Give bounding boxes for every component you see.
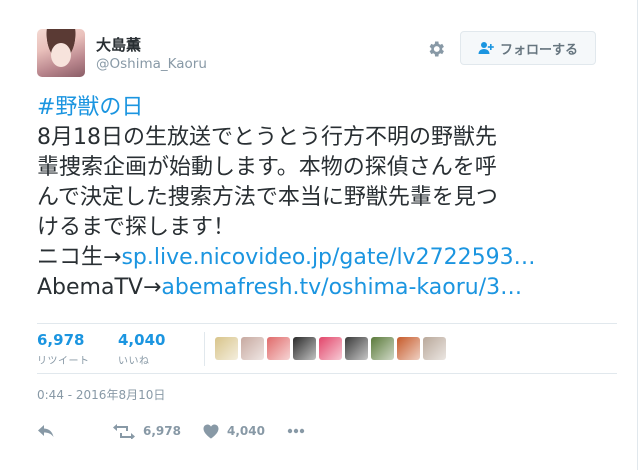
liker-avatar-2[interactable] — [241, 337, 264, 360]
stats-bottom-divider — [37, 373, 617, 374]
liker-avatar-4[interactable] — [293, 337, 316, 360]
nicolive-prefix: ニコ生→ — [37, 245, 122, 270]
heart-icon — [203, 424, 219, 438]
liker-avatar-6[interactable] — [345, 337, 368, 360]
liker-avatars — [215, 337, 446, 360]
display-name[interactable]: 大島薫 — [96, 34, 141, 55]
retweet-icon — [113, 424, 135, 439]
follow-button-label: フォローする — [499, 42, 578, 58]
nicolive-link[interactable]: sp.live.nicovideo.jp/gate/lv2722593… — [121, 245, 535, 270]
timestamp[interactable]: 0:44 - 2016年8月10日 — [37, 386, 165, 403]
like-stat[interactable]: 4,040 いいね — [118, 330, 165, 367]
hashtag-link[interactable]: #野獣の日 — [37, 95, 143, 120]
retweet-label: リツイート — [37, 356, 90, 367]
liker-avatar-9[interactable] — [423, 337, 446, 360]
like-action-count: 4,040 — [226, 424, 265, 438]
liker-avatar-3[interactable] — [267, 337, 290, 360]
more-button[interactable] — [287, 428, 305, 434]
like-button[interactable]: 4,040 — [203, 424, 265, 439]
follow-button[interactable]: フォローする — [460, 31, 596, 65]
user-avatar[interactable] — [37, 29, 85, 77]
like-label: いいね — [118, 356, 150, 367]
follow-user-icon — [478, 42, 494, 54]
gear-icon[interactable] — [426, 39, 446, 59]
liker-avatar-1[interactable] — [215, 337, 238, 360]
retweet-button[interactable]: 6,978 — [113, 423, 181, 439]
abematv-link[interactable]: abemafresh.tv/oshima-kaoru/3… — [161, 275, 522, 300]
screen-name[interactable]: @Oshima_Kaoru — [96, 56, 207, 72]
more-dots-icon — [287, 428, 305, 434]
retweet-stat[interactable]: 6,978 リツイート — [37, 330, 90, 367]
reply-button[interactable] — [37, 423, 55, 439]
tweet-line: 輩捜索企画が始動します。本物の探偵さんを呼 — [37, 155, 497, 180]
tweet-line: んで決定した捜索方法で本当に野獣先輩を見つ — [37, 185, 498, 210]
retweet-count: 6,978 — [37, 331, 85, 349]
tweet-line: けるまで探します！ — [37, 215, 236, 240]
avatar-face — [51, 43, 71, 67]
abematv-prefix: AbemaTV→ — [37, 275, 162, 300]
tweet-actions: 6,978 4,040 — [37, 420, 305, 442]
liker-avatar-7[interactable] — [371, 337, 394, 360]
like-count: 4,040 — [118, 331, 166, 349]
retweet-action-count: 6,978 — [143, 424, 181, 438]
liker-avatar-8[interactable] — [397, 337, 420, 360]
tweet-line: 8月18日の生放送でとうとう行方不明の野獣先 — [37, 125, 497, 150]
liker-avatar-5[interactable] — [319, 337, 342, 360]
tweet-text: #野獣の日 8月18日の生放送でとうとう行方不明の野獣先 輩捜索企画が始動します… — [37, 93, 617, 303]
stats-top-divider — [37, 323, 617, 324]
reply-icon — [38, 425, 54, 437]
stats-divider — [204, 332, 205, 366]
